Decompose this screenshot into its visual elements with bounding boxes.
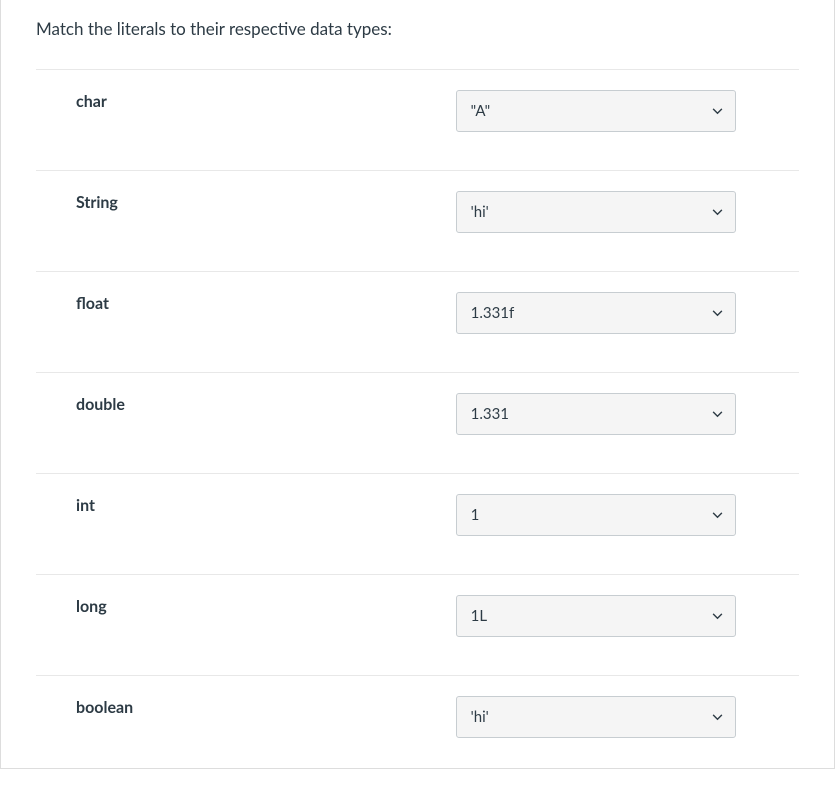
- row-label: char: [36, 90, 456, 111]
- row-label: String: [36, 191, 456, 212]
- row-label: float: [36, 292, 456, 313]
- question-container: Match the literals to their respective d…: [0, 0, 835, 769]
- match-row: boolean 'hi': [36, 675, 799, 738]
- match-row: char "A": [36, 69, 799, 170]
- answer-select[interactable]: 'hi': [456, 191, 736, 233]
- answer-select[interactable]: 1: [456, 494, 736, 536]
- answer-select[interactable]: 1.331: [456, 393, 736, 435]
- match-row: float 1.331f: [36, 271, 799, 372]
- row-label: int: [36, 494, 456, 515]
- match-row: int 1: [36, 473, 799, 574]
- row-label: boolean: [36, 696, 456, 717]
- answer-select[interactable]: 1.331f: [456, 292, 736, 334]
- match-row: double 1.331: [36, 372, 799, 473]
- select-wrap: 'hi': [456, 696, 736, 738]
- match-row: String 'hi': [36, 170, 799, 271]
- select-wrap: 'hi': [456, 191, 736, 233]
- answer-select[interactable]: 1L: [456, 595, 736, 637]
- answer-select[interactable]: 'hi': [456, 696, 736, 738]
- select-wrap: 1L: [456, 595, 736, 637]
- question-prompt: Match the literals to their respective d…: [1, 0, 834, 69]
- row-label: double: [36, 393, 456, 414]
- select-wrap: 1.331: [456, 393, 736, 435]
- matching-rows: char "A" String 'hi': [1, 69, 834, 738]
- match-row: long 1L: [36, 574, 799, 675]
- select-wrap: "A": [456, 90, 736, 132]
- select-wrap: 1: [456, 494, 736, 536]
- select-wrap: 1.331f: [456, 292, 736, 334]
- answer-select[interactable]: "A": [456, 90, 736, 132]
- row-label: long: [36, 595, 456, 616]
